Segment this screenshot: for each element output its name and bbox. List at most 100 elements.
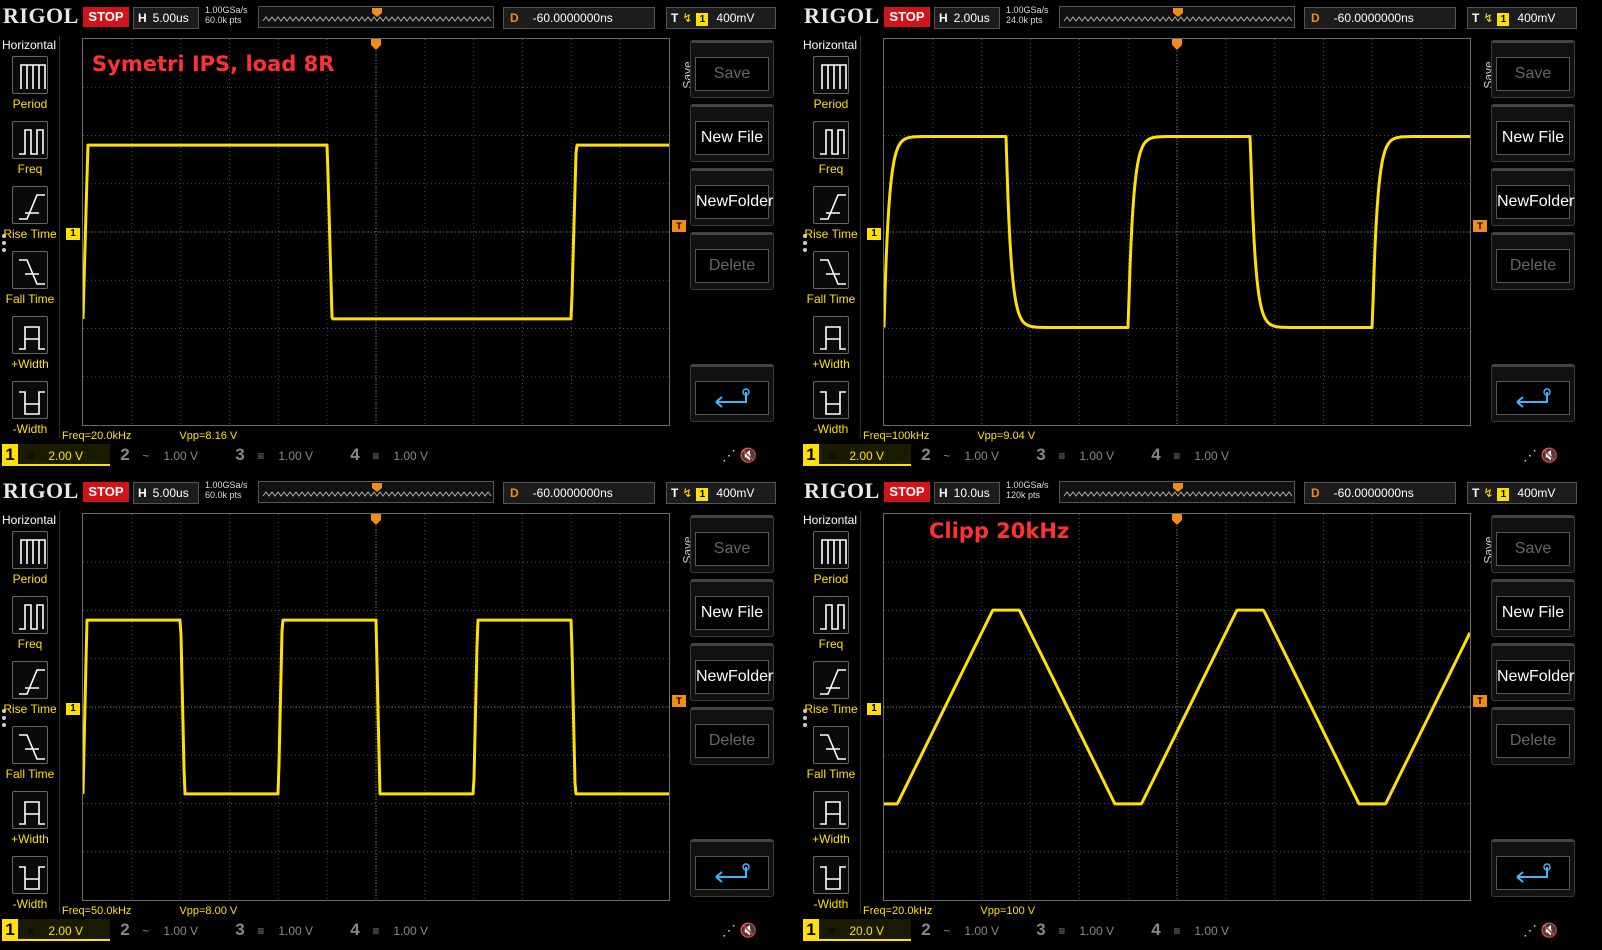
menu-item-period[interactable]: Period bbox=[0, 56, 60, 120]
trigger-position-marker[interactable] bbox=[372, 483, 382, 492]
trigger-level-marker[interactable]: T bbox=[672, 695, 686, 707]
horizontal-timebase[interactable]: H 2.00us bbox=[934, 7, 1000, 29]
horizontal-timebase[interactable]: H 10.0us bbox=[934, 482, 1000, 504]
menu-item-fall-time[interactable]: Fall Time bbox=[0, 251, 60, 315]
menu-item-width[interactable]: -Width bbox=[0, 381, 60, 445]
waveform-grid[interactable] bbox=[883, 513, 1471, 901]
waveform-grid[interactable] bbox=[82, 38, 670, 426]
channel-1-offset-marker[interactable]: 1 bbox=[867, 703, 881, 715]
back-button[interactable] bbox=[690, 364, 774, 422]
menu-item-width[interactable]: +Width bbox=[0, 316, 60, 380]
save-menu-new-file-button[interactable]: New File bbox=[1491, 579, 1575, 637]
menu-item-freq[interactable]: Freq bbox=[0, 121, 60, 185]
channel-1-status[interactable]: 1 ≡ 2.00 V bbox=[2, 444, 110, 466]
horizontal-timebase[interactable]: H 5.00us bbox=[133, 7, 199, 29]
menu-item-freq[interactable]: Freq bbox=[801, 596, 861, 660]
channel-3-status[interactable]: 3 ≡ 1.00 V bbox=[1033, 919, 1141, 941]
channel-1-status[interactable]: 1 ≡ 2.00 V bbox=[803, 444, 911, 466]
channel-2-status[interactable]: 2 ~1.00 V bbox=[117, 444, 225, 466]
menu-item-rise-time[interactable]: Rise Time bbox=[801, 186, 861, 250]
save-menu-new-file-button[interactable]: New File bbox=[690, 104, 774, 162]
memory-position-bar[interactable] bbox=[258, 6, 494, 28]
channel-4-status[interactable]: 4 ≡ 1.00 V bbox=[1148, 919, 1256, 941]
save-menu-newfolder-button[interactable]: NewFolder bbox=[690, 643, 774, 701]
trigger-level-marker[interactable]: T bbox=[1473, 220, 1487, 232]
menu-item-rise-time[interactable]: Rise Time bbox=[0, 661, 60, 725]
channel-1-status[interactable]: 1 ≡ 2.00 V bbox=[2, 919, 110, 941]
menu-item-fall-time[interactable]: Fall Time bbox=[0, 726, 60, 790]
save-menu-delete-button[interactable]: Delete bbox=[690, 707, 774, 765]
trigger-delay[interactable]: D -60.0000000ns bbox=[503, 482, 655, 504]
menu-item-fall-time[interactable]: Fall Time bbox=[801, 251, 861, 315]
trigger-delay[interactable]: D -60.0000000ns bbox=[503, 7, 655, 29]
speaker-mute-icon[interactable]: 🔇 bbox=[1541, 922, 1558, 938]
save-menu-delete-button[interactable]: Delete bbox=[1491, 232, 1575, 290]
trigger-level-marker[interactable]: T bbox=[1473, 695, 1487, 707]
menu-item-width[interactable]: +Width bbox=[0, 791, 60, 855]
run-stop-status[interactable]: STOP bbox=[83, 7, 129, 27]
menu-item-fall-time[interactable]: Fall Time bbox=[801, 726, 861, 790]
save-menu-delete-button[interactable]: Delete bbox=[1491, 707, 1575, 765]
save-menu-new-file-button[interactable]: New File bbox=[690, 579, 774, 637]
save-menu-newfolder-button[interactable]: NewFolder bbox=[690, 168, 774, 226]
waveform-grid[interactable] bbox=[883, 38, 1471, 426]
save-menu-save-button[interactable]: Save bbox=[690, 515, 774, 573]
horizontal-timebase[interactable]: H 5.00us bbox=[133, 482, 199, 504]
trigger-level-marker[interactable]: T bbox=[672, 220, 686, 232]
menu-item-freq[interactable]: Freq bbox=[801, 121, 861, 185]
trigger-settings[interactable]: T ↯ 1 400mV bbox=[1467, 482, 1577, 504]
channel-4-status[interactable]: 4 ≡ 1.00 V bbox=[347, 919, 455, 941]
trigger-time-marker[interactable] bbox=[371, 39, 381, 50]
channel-3-status[interactable]: 3 ≡ 1.00 V bbox=[1033, 444, 1141, 466]
channel-2-status[interactable]: 2 ~1.00 V bbox=[918, 444, 1026, 466]
channel-4-status[interactable]: 4 ≡ 1.00 V bbox=[347, 444, 455, 466]
channel-3-status[interactable]: 3 ≡ 1.00 V bbox=[232, 444, 340, 466]
run-stop-status[interactable]: STOP bbox=[884, 7, 930, 27]
save-menu-save-button[interactable]: Save bbox=[690, 40, 774, 98]
menu-item-freq[interactable]: Freq bbox=[0, 596, 60, 660]
trigger-position-marker[interactable] bbox=[1173, 483, 1183, 492]
save-menu-save-button[interactable]: Save bbox=[1491, 40, 1575, 98]
menu-item-rise-time[interactable]: Rise Time bbox=[801, 661, 861, 725]
menu-item-width[interactable]: +Width bbox=[801, 791, 861, 855]
run-stop-status[interactable]: STOP bbox=[83, 482, 129, 502]
back-button[interactable] bbox=[1491, 839, 1575, 897]
trigger-settings[interactable]: T ↯ 1 400mV bbox=[666, 482, 776, 504]
menu-item-period[interactable]: Period bbox=[801, 56, 861, 120]
waveform-grid[interactable] bbox=[82, 513, 670, 901]
channel-1-status[interactable]: 1 ≡ 20.0 V bbox=[803, 919, 911, 941]
channel-1-offset-marker[interactable]: 1 bbox=[66, 228, 80, 240]
menu-item-width[interactable]: -Width bbox=[801, 856, 861, 920]
trigger-position-marker[interactable] bbox=[372, 8, 382, 17]
memory-position-bar[interactable] bbox=[1059, 6, 1295, 28]
trigger-settings[interactable]: T ↯ 1 400mV bbox=[666, 7, 776, 29]
back-button[interactable] bbox=[690, 839, 774, 897]
back-button[interactable] bbox=[1491, 364, 1575, 422]
memory-position-bar[interactable] bbox=[258, 481, 494, 503]
channel-4-status[interactable]: 4 ≡ 1.00 V bbox=[1148, 444, 1256, 466]
trigger-delay[interactable]: D -60.0000000ns bbox=[1304, 482, 1456, 504]
menu-item-width[interactable]: +Width bbox=[801, 316, 861, 380]
trigger-time-marker[interactable] bbox=[371, 514, 381, 525]
save-menu-delete-button[interactable]: Delete bbox=[690, 232, 774, 290]
trigger-position-marker[interactable] bbox=[1173, 8, 1183, 17]
menu-item-period[interactable]: Period bbox=[801, 531, 861, 595]
menu-item-width[interactable]: -Width bbox=[801, 381, 861, 445]
trigger-time-marker[interactable] bbox=[1172, 514, 1182, 525]
trigger-time-marker[interactable] bbox=[1172, 39, 1182, 50]
memory-position-bar[interactable] bbox=[1059, 481, 1295, 503]
channel-3-status[interactable]: 3 ≡ 1.00 V bbox=[232, 919, 340, 941]
menu-item-period[interactable]: Period bbox=[0, 531, 60, 595]
save-menu-save-button[interactable]: Save bbox=[1491, 515, 1575, 573]
save-menu-new-file-button[interactable]: New File bbox=[1491, 104, 1575, 162]
channel-1-offset-marker[interactable]: 1 bbox=[66, 703, 80, 715]
menu-item-width[interactable]: -Width bbox=[0, 856, 60, 920]
channel-1-offset-marker[interactable]: 1 bbox=[867, 228, 881, 240]
speaker-mute-icon[interactable]: 🔇 bbox=[1541, 447, 1558, 463]
run-stop-status[interactable]: STOP bbox=[884, 482, 930, 502]
trigger-delay[interactable]: D -60.0000000ns bbox=[1304, 7, 1456, 29]
menu-item-rise-time[interactable]: Rise Time bbox=[0, 186, 60, 250]
speaker-mute-icon[interactable]: 🔇 bbox=[740, 922, 757, 938]
speaker-mute-icon[interactable]: 🔇 bbox=[740, 447, 757, 463]
channel-2-status[interactable]: 2 ~1.00 V bbox=[918, 919, 1026, 941]
